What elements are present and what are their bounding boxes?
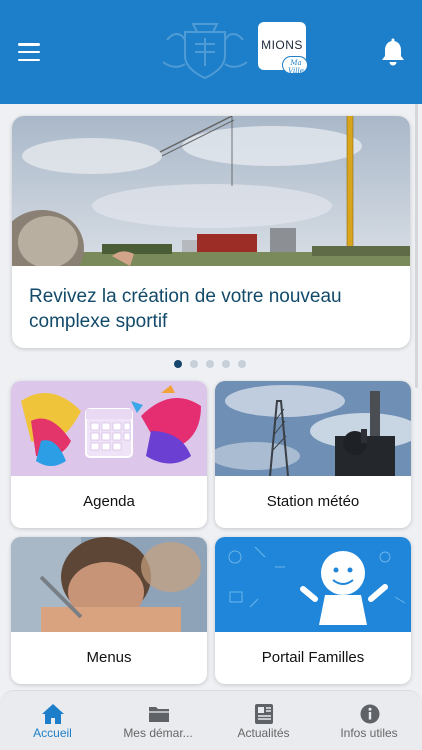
mions-logo: MIONS Ma Ville: [258, 22, 308, 78]
nav-label: Actualités: [237, 726, 290, 740]
carousel-dot-3[interactable]: [206, 360, 214, 368]
logo-text: MIONS: [261, 38, 303, 52]
family-portal-icon: [215, 537, 411, 632]
news-carousel-card[interactable]: Revivez la création de votre nouveau com…: [12, 116, 410, 348]
home-icon: [42, 704, 64, 724]
bell-icon[interactable]: [380, 38, 406, 66]
nav-mes-demarches[interactable]: Mes démar...: [106, 691, 212, 750]
newspaper-icon: [255, 704, 273, 724]
nav-label: Mes démar...: [123, 726, 193, 740]
tile-station-meteo[interactable]: Station météo: [215, 381, 411, 528]
tile-label: Menus: [86, 649, 132, 666]
hamburger-icon[interactable]: [16, 40, 42, 64]
tile-menus[interactable]: Menus: [11, 537, 207, 684]
tile-label: Portail Familles: [261, 649, 365, 666]
tile-label: Agenda: [83, 493, 135, 510]
scrollbar[interactable]: [415, 104, 418, 388]
tile-agenda[interactable]: Agenda: [11, 381, 207, 528]
city-crest-icon: [162, 23, 248, 80]
tile-label: Station météo: [266, 493, 360, 510]
carousel-dot-1[interactable]: [174, 360, 182, 368]
weather-station-icon: [215, 381, 411, 476]
construction-photo: [12, 116, 410, 266]
calendar-icon: [11, 381, 207, 476]
news-title: Revivez la création de votre nouveau com…: [29, 286, 342, 332]
nav-accueil[interactable]: Accueil: [0, 691, 106, 750]
nav-infos-utiles[interactable]: Infos utiles: [317, 691, 422, 750]
info-icon: [360, 704, 379, 724]
nav-label: Infos utiles: [340, 726, 398, 740]
app-header: MIONS Ma Ville: [0, 0, 422, 104]
nav-actualites[interactable]: Actualités: [211, 691, 317, 750]
nav-label: Accueil: [33, 726, 72, 740]
logo-script: Ma Ville: [288, 59, 304, 75]
school-meal-icon: [11, 537, 207, 632]
carousel-dot-5[interactable]: [238, 360, 246, 368]
carousel-pagination: [174, 360, 250, 368]
folder-icon: [148, 707, 169, 722]
carousel-dot-4[interactable]: [222, 360, 230, 368]
tile-portail-familles[interactable]: Portail Familles: [215, 537, 411, 684]
carousel-dot-2[interactable]: [190, 360, 198, 368]
bottom-navigation: Accueil Mes démar... Actualités Infos ut…: [0, 690, 422, 750]
